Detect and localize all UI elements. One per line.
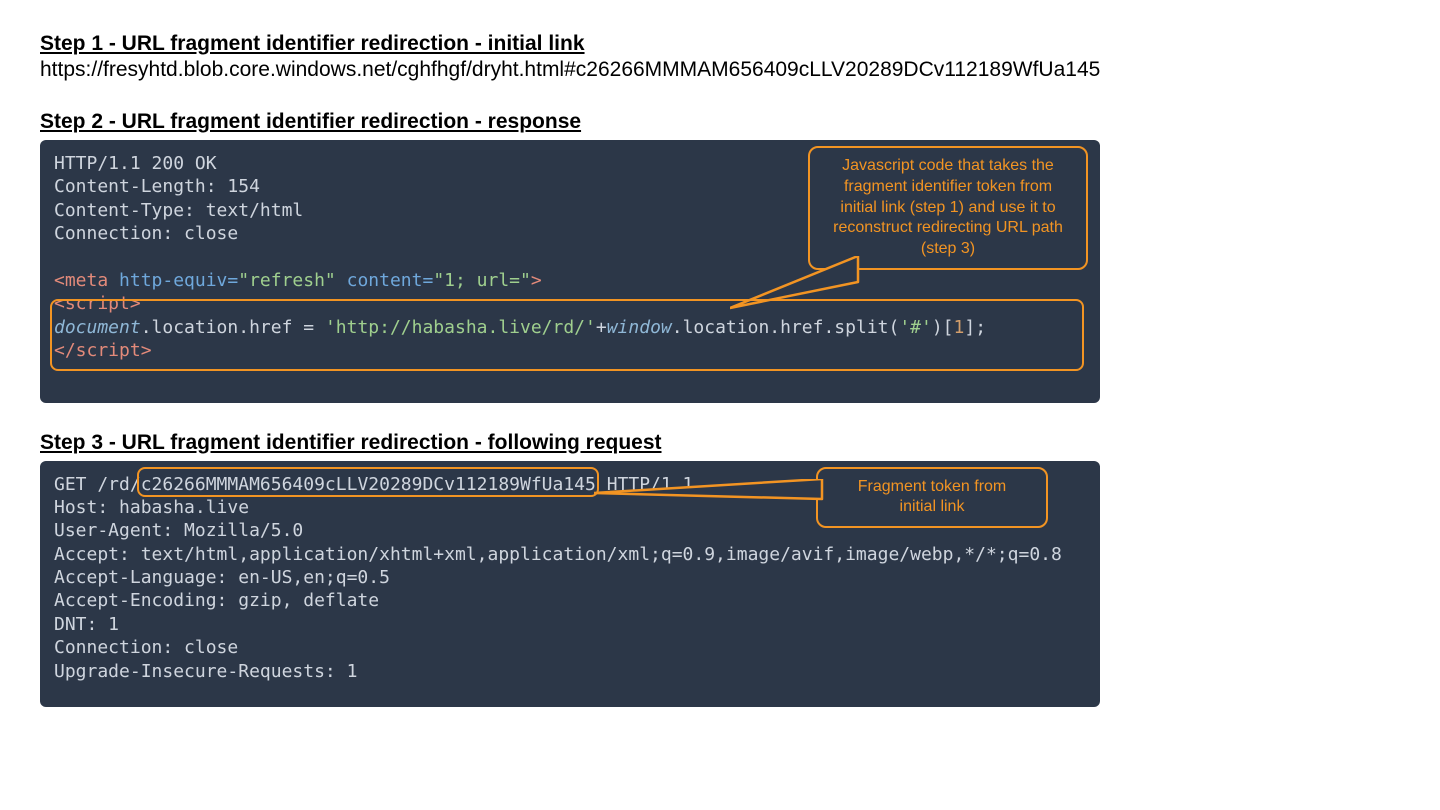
code-token: HTTP/1.1 <box>596 474 694 495</box>
callout-line: Fragment token from <box>832 477 1032 498</box>
code-line: Accept-Encoding: gzip, deflate <box>54 590 379 611</box>
callout-line: initial link (step 1) and use it to <box>824 198 1072 219</box>
step3-title: Step 3 - URL fragment identifier redirec… <box>40 431 1400 455</box>
code-line: Content-Type: text/html <box>54 200 303 221</box>
step3-codebox: Fragment token from initial link GET /rd… <box>40 461 1100 708</box>
code-line: DNT: 1 <box>54 614 119 635</box>
step2-codebox: Javascript code that takes the fragment … <box>40 140 1100 403</box>
code-token: > <box>531 270 542 291</box>
callout-line: (step 3) <box>824 239 1072 260</box>
step1-title: Step 1 - URL fragment identifier redirec… <box>40 32 1400 56</box>
code-token: "refresh" <box>238 270 336 291</box>
code-line: Accept: text/html,application/xhtml+xml,… <box>54 544 1062 565</box>
code-line: HTTP/1.1 200 OK <box>54 153 217 174</box>
code-line: Accept-Language: en-US,en;q=0.5 <box>54 567 390 588</box>
step3-section: Step 3 - URL fragment identifier redirec… <box>40 431 1400 708</box>
code-line: Content-Length: 154 <box>54 176 260 197</box>
step3-highlight-box <box>137 467 599 497</box>
code-line: Upgrade-Insecure-Requests: 1 <box>54 661 357 682</box>
step1-section: Step 1 - URL fragment identifier redirec… <box>40 32 1400 82</box>
code-line: User-Agent: Mozilla/5.0 <box>54 520 303 541</box>
step2-callout: Javascript code that takes the fragment … <box>808 146 1088 270</box>
code-line: Host: habasha.live <box>54 497 249 518</box>
step3-callout: Fragment token from initial link <box>816 467 1048 529</box>
step2-highlight-box <box>50 299 1084 371</box>
step1-url: https://fresyhtd.blob.core.windows.net/c… <box>40 58 1400 82</box>
code-line: Connection: close <box>54 223 238 244</box>
step2-section: Step 2 - URL fragment identifier redirec… <box>40 110 1400 403</box>
code-token: GET /rd/ <box>54 474 141 495</box>
code-token: <meta <box>54 270 108 291</box>
callout-line: reconstruct redirecting URL path <box>824 218 1072 239</box>
callout-line: Javascript code that takes the <box>824 156 1072 177</box>
callout-line: initial link <box>832 497 1032 518</box>
code-line: Connection: close <box>54 637 238 658</box>
step2-title: Step 2 - URL fragment identifier redirec… <box>40 110 1400 134</box>
code-token: "1; url=" <box>433 270 531 291</box>
code-token: content= <box>336 270 434 291</box>
code-token: http-equiv= <box>108 270 238 291</box>
callout-line: fragment identifier token from <box>824 177 1072 198</box>
